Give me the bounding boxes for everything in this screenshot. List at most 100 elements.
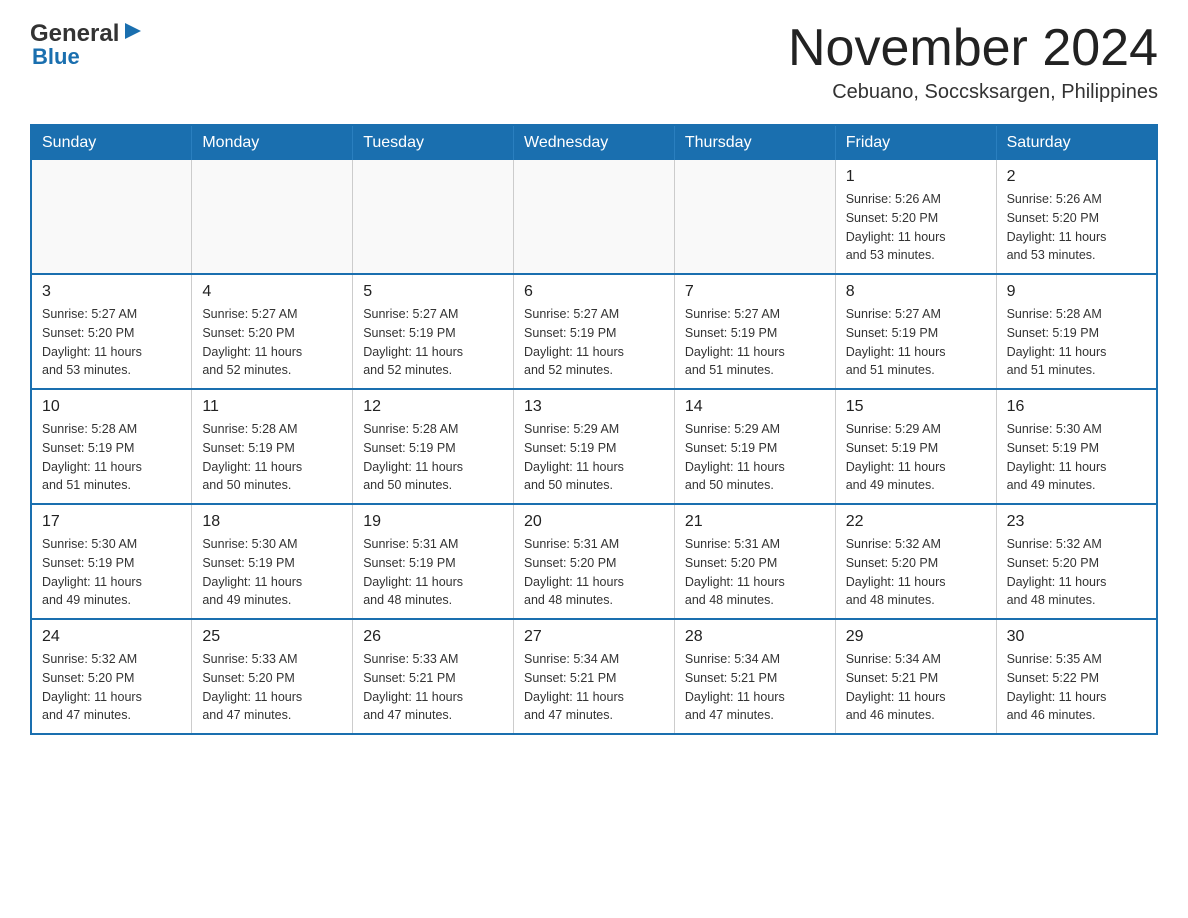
calendar-cell: 7Sunrise: 5:27 AMSunset: 5:19 PMDaylight…	[674, 274, 835, 389]
day-info: Sunrise: 5:31 AMSunset: 5:20 PMDaylight:…	[524, 535, 664, 610]
day-info: Sunrise: 5:34 AMSunset: 5:21 PMDaylight:…	[846, 650, 986, 725]
day-info: Sunrise: 5:32 AMSunset: 5:20 PMDaylight:…	[1007, 535, 1146, 610]
day-number: 15	[846, 398, 986, 416]
calendar-cell: 8 Sunrise: 5:27 AMSunset: 5:19 PMDaylight…	[835, 274, 996, 389]
calendar-cell	[353, 160, 514, 274]
calendar-cell: 26 Sunrise: 5:33 AMSunset: 5:21 PMDayligh…	[353, 619, 514, 734]
day-info: Sunrise: 5:27 AMSunset: 5:19 PMDaylight:…	[363, 305, 503, 380]
calendar-cell: 23 Sunrise: 5:32 AMSunset: 5:20 PMDayligh…	[996, 504, 1157, 619]
day-number: 2	[1007, 168, 1146, 186]
day-number: 17	[42, 513, 181, 531]
day-info: Sunrise: 5:30 AMSunset: 5:19 PMDaylight:…	[202, 535, 342, 610]
day-number: 6	[524, 283, 664, 301]
calendar-cell: 15 Sunrise: 5:29 AMSunset: 5:19 PMDayligh…	[835, 389, 996, 504]
calendar-cell: 30Sunrise: 5:35 AMSunset: 5:22 PMDayligh…	[996, 619, 1157, 734]
day-number: 22	[846, 513, 986, 531]
calendar-cell: 29 Sunrise: 5:34 AMSunset: 5:21 PMDayligh…	[835, 619, 996, 734]
calendar-cell: 13 Sunrise: 5:29 AMSunset: 5:19 PMDayligh…	[514, 389, 675, 504]
day-number: 9	[1007, 283, 1146, 301]
day-info: Sunrise: 5:28 AMSunset: 5:19 PMDaylight:…	[42, 420, 181, 495]
calendar-cell: 25Sunrise: 5:33 AMSunset: 5:20 PMDayligh…	[192, 619, 353, 734]
logo-blue-text: Blue	[32, 44, 143, 70]
day-info: Sunrise: 5:31 AMSunset: 5:20 PMDaylight:…	[685, 535, 825, 610]
day-info: Sunrise: 5:34 AMSunset: 5:21 PMDaylight:…	[685, 650, 825, 725]
day-number: 8	[846, 283, 986, 301]
day-info: Sunrise: 5:26 AMSunset: 5:20 PMDaylight:…	[1007, 190, 1146, 265]
calendar-header-tuesday: Tuesday	[353, 125, 514, 160]
calendar-cell	[674, 160, 835, 274]
page-header: General Blue November 2024 Cebuano, Socc…	[30, 20, 1158, 104]
day-info: Sunrise: 5:28 AMSunset: 5:19 PMDaylight:…	[1007, 305, 1146, 380]
calendar-header-wednesday: Wednesday	[514, 125, 675, 160]
calendar-cell: 9 Sunrise: 5:28 AMSunset: 5:19 PMDaylight…	[996, 274, 1157, 389]
day-info: Sunrise: 5:29 AMSunset: 5:19 PMDaylight:…	[685, 420, 825, 495]
day-number: 14	[685, 398, 825, 416]
calendar-week-row: 1 Sunrise: 5:26 AMSunset: 5:20 PMDaylight…	[31, 160, 1157, 274]
day-number: 20	[524, 513, 664, 531]
day-info: Sunrise: 5:32 AMSunset: 5:20 PMDaylight:…	[846, 535, 986, 610]
day-info: Sunrise: 5:27 AMSunset: 5:19 PMDaylight:…	[685, 305, 825, 380]
day-info: Sunrise: 5:30 AMSunset: 5:19 PMDaylight:…	[1007, 420, 1146, 495]
day-number: 4	[202, 283, 342, 301]
day-number: 24	[42, 628, 181, 646]
calendar-cell: 21 Sunrise: 5:31 AMSunset: 5:20 PMDayligh…	[674, 504, 835, 619]
calendar-cell: 12 Sunrise: 5:28 AMSunset: 5:19 PMDayligh…	[353, 389, 514, 504]
day-info: Sunrise: 5:33 AMSunset: 5:21 PMDaylight:…	[363, 650, 503, 725]
day-number: 16	[1007, 398, 1146, 416]
calendar-cell: 5 Sunrise: 5:27 AMSunset: 5:19 PMDaylight…	[353, 274, 514, 389]
day-number: 25	[202, 628, 342, 646]
calendar-cell: 20 Sunrise: 5:31 AMSunset: 5:20 PMDayligh…	[514, 504, 675, 619]
calendar-header-saturday: Saturday	[996, 125, 1157, 160]
day-number: 26	[363, 628, 503, 646]
day-info: Sunrise: 5:27 AMSunset: 5:20 PMDaylight:…	[202, 305, 342, 380]
day-number: 29	[846, 628, 986, 646]
calendar-week-row: 10Sunrise: 5:28 AMSunset: 5:19 PMDayligh…	[31, 389, 1157, 504]
day-number: 21	[685, 513, 825, 531]
day-number: 12	[363, 398, 503, 416]
location-subtitle: Cebuano, Soccsksargen, Philippines	[788, 81, 1158, 104]
day-info: Sunrise: 5:31 AMSunset: 5:19 PMDaylight:…	[363, 535, 503, 610]
day-number: 30	[1007, 628, 1146, 646]
calendar-cell: 18Sunrise: 5:30 AMSunset: 5:19 PMDayligh…	[192, 504, 353, 619]
calendar-cell: 1 Sunrise: 5:26 AMSunset: 5:20 PMDaylight…	[835, 160, 996, 274]
calendar-cell: 3 Sunrise: 5:27 AMSunset: 5:20 PMDaylight…	[31, 274, 192, 389]
calendar-cell: 19 Sunrise: 5:31 AMSunset: 5:19 PMDayligh…	[353, 504, 514, 619]
calendar-cell: 4 Sunrise: 5:27 AMSunset: 5:20 PMDaylight…	[192, 274, 353, 389]
calendar-header-thursday: Thursday	[674, 125, 835, 160]
day-info: Sunrise: 5:30 AMSunset: 5:19 PMDaylight:…	[42, 535, 181, 610]
month-title: November 2024	[788, 20, 1158, 77]
day-info: Sunrise: 5:29 AMSunset: 5:19 PMDaylight:…	[846, 420, 986, 495]
day-number: 27	[524, 628, 664, 646]
day-info: Sunrise: 5:29 AMSunset: 5:19 PMDaylight:…	[524, 420, 664, 495]
day-number: 19	[363, 513, 503, 531]
calendar-cell	[31, 160, 192, 274]
day-info: Sunrise: 5:34 AMSunset: 5:21 PMDaylight:…	[524, 650, 664, 725]
day-info: Sunrise: 5:27 AMSunset: 5:19 PMDaylight:…	[524, 305, 664, 380]
day-number: 28	[685, 628, 825, 646]
calendar-cell: 28 Sunrise: 5:34 AMSunset: 5:21 PMDayligh…	[674, 619, 835, 734]
calendar-header-monday: Monday	[192, 125, 353, 160]
calendar-cell: 27 Sunrise: 5:34 AMSunset: 5:21 PMDayligh…	[514, 619, 675, 734]
calendar-cell: 17 Sunrise: 5:30 AMSunset: 5:19 PMDayligh…	[31, 504, 192, 619]
calendar-header-friday: Friday	[835, 125, 996, 160]
day-info: Sunrise: 5:28 AMSunset: 5:19 PMDaylight:…	[363, 420, 503, 495]
calendar-header-row: SundayMondayTuesdayWednesdayThursdayFrid…	[31, 125, 1157, 160]
day-info: Sunrise: 5:27 AMSunset: 5:19 PMDaylight:…	[846, 305, 986, 380]
calendar-cell: 22 Sunrise: 5:32 AMSunset: 5:20 PMDayligh…	[835, 504, 996, 619]
calendar-cell: 2 Sunrise: 5:26 AMSunset: 5:20 PMDaylight…	[996, 160, 1157, 274]
day-number: 1	[846, 168, 986, 186]
day-number: 5	[363, 283, 503, 301]
day-number: 13	[524, 398, 664, 416]
day-number: 11	[202, 398, 342, 416]
day-info: Sunrise: 5:27 AMSunset: 5:20 PMDaylight:…	[42, 305, 181, 380]
calendar-week-row: 3 Sunrise: 5:27 AMSunset: 5:20 PMDaylight…	[31, 274, 1157, 389]
calendar-table: SundayMondayTuesdayWednesdayThursdayFrid…	[30, 124, 1158, 735]
day-number: 3	[42, 283, 181, 301]
day-info: Sunrise: 5:26 AMSunset: 5:20 PMDaylight:…	[846, 190, 986, 265]
calendar-cell	[192, 160, 353, 274]
title-section: November 2024 Cebuano, Soccsksargen, Phi…	[788, 20, 1158, 104]
logo: General Blue	[30, 20, 143, 70]
day-number: 23	[1007, 513, 1146, 531]
calendar-week-row: 24Sunrise: 5:32 AMSunset: 5:20 PMDayligh…	[31, 619, 1157, 734]
calendar-cell: 11Sunrise: 5:28 AMSunset: 5:19 PMDayligh…	[192, 389, 353, 504]
